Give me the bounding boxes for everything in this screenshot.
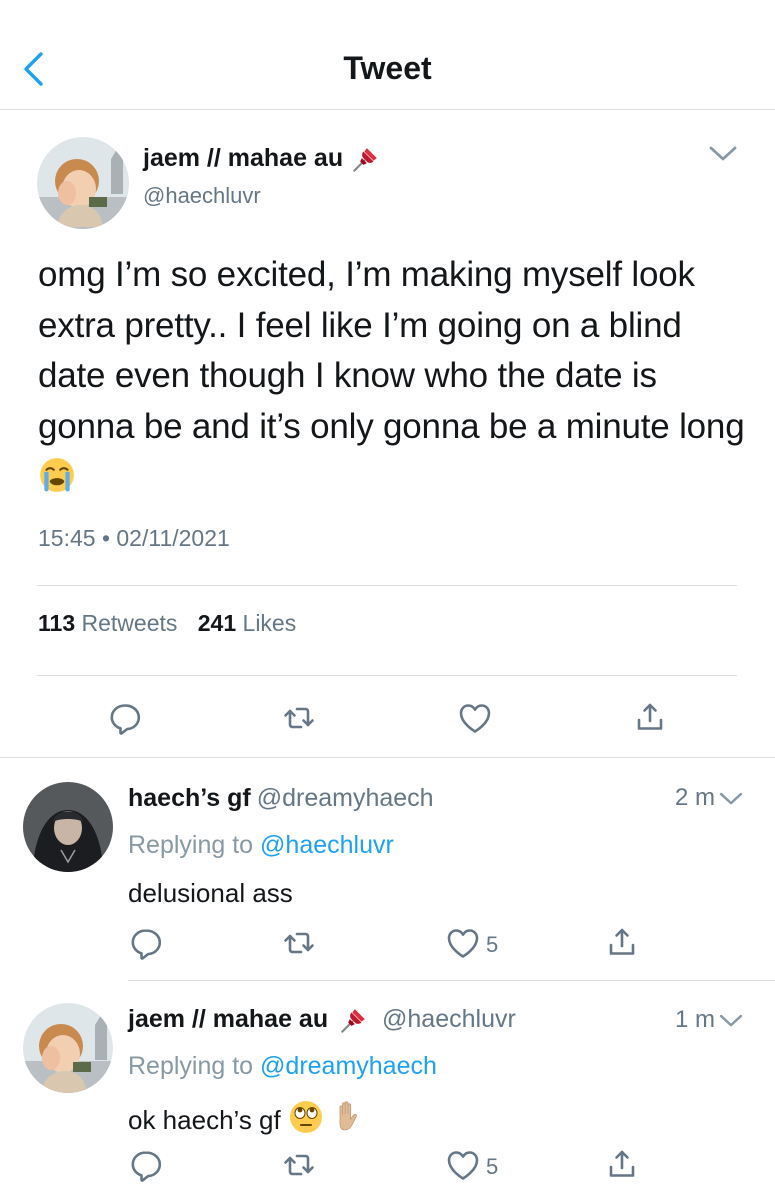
reply-icon[interactable] (128, 1147, 164, 1183)
reply-time-text: 1 m (674, 1006, 715, 1033)
reply-text: ok haech’s gf (128, 1099, 367, 1136)
reply-author[interactable]: haech’s gf @dreamyhaech (128, 784, 434, 813)
share-icon[interactable] (632, 699, 668, 735)
reply-handle: @dreamyhaech (256, 784, 434, 812)
page-title: Tweet (343, 50, 432, 86)
like-count: 5 (486, 1154, 499, 1179)
like-count: 5 (486, 932, 499, 957)
header-bar: Tweet (0, 0, 775, 110)
tweet-text: omg I’m so excited, I’m making myself lo… (38, 250, 753, 503)
replying-to: Replying to @haechluvr (128, 831, 394, 860)
retweet-icon[interactable] (281, 1147, 317, 1183)
author-handle[interactable]: @haechluvr (143, 183, 261, 209)
face-with-rolling-eyes-emoji (288, 1099, 324, 1135)
heart-icon[interactable] (457, 700, 493, 736)
pushpin-emoji (351, 144, 381, 174)
reply-display-name: haech’s gf (128, 784, 251, 812)
retweet-icon[interactable] (281, 925, 317, 961)
reply-divider (128, 980, 775, 981)
section-divider (0, 757, 775, 758)
avatar[interactable] (37, 137, 129, 229)
reply-text-content: ok haech’s gf (128, 1105, 281, 1135)
retweets-count[interactable]: 113 (38, 610, 75, 636)
replying-mention[interactable]: @haechluvr (260, 831, 394, 859)
tweet-stats: 113 Retweets 241 Likes (38, 610, 296, 637)
author-name[interactable]: jaem // mahae au (143, 144, 381, 174)
reply-time-text: 2 m (674, 784, 715, 811)
reply-author[interactable]: jaem // mahae au @haechluvr (128, 1005, 516, 1035)
reply-icon[interactable] (128, 925, 164, 961)
tweet-text-content: omg I’m so excited, I’m making myself lo… (38, 255, 745, 446)
reply-text: delusional ass (128, 878, 293, 908)
reply-time: 1 m (675, 1006, 745, 1034)
retweet-icon[interactable] (281, 700, 317, 736)
loudly-crying-face-emoji (38, 456, 76, 494)
retweets-label[interactable]: Retweets (82, 610, 178, 636)
divider (37, 675, 737, 676)
reply-display-name: jaem // mahae au (128, 1005, 329, 1033)
heart-icon[interactable] (445, 925, 481, 961)
chevron-down-icon[interactable] (706, 140, 740, 168)
avatar[interactable] (23, 1003, 113, 1093)
heart-icon[interactable] (445, 1147, 481, 1183)
replying-prefix: Replying to (128, 831, 254, 859)
likes-count[interactable]: 241 (198, 610, 236, 636)
reply-icon[interactable] (107, 700, 143, 736)
likes-label[interactable]: Likes (243, 610, 297, 636)
raised-hand-emoji (331, 1099, 367, 1135)
author-display-name: jaem // mahae au (143, 144, 344, 172)
divider (37, 585, 737, 586)
replying-mention[interactable]: @dreamyhaech (260, 1052, 437, 1080)
reply-time: 2 m (675, 784, 745, 812)
avatar[interactable] (23, 782, 113, 872)
share-icon[interactable] (604, 1146, 640, 1182)
replying-to: Replying to @dreamyhaech (128, 1052, 437, 1081)
pushpin-emoji (339, 1005, 369, 1035)
tweet-timestamp: 15:45 • 02/11/2021 (38, 525, 230, 551)
chevron-down-icon[interactable] (717, 787, 745, 811)
chevron-down-icon[interactable] (717, 1009, 745, 1033)
replying-prefix: Replying to (128, 1052, 254, 1080)
share-icon[interactable] (604, 924, 640, 960)
reply-handle: @haechluvr (382, 1005, 516, 1033)
